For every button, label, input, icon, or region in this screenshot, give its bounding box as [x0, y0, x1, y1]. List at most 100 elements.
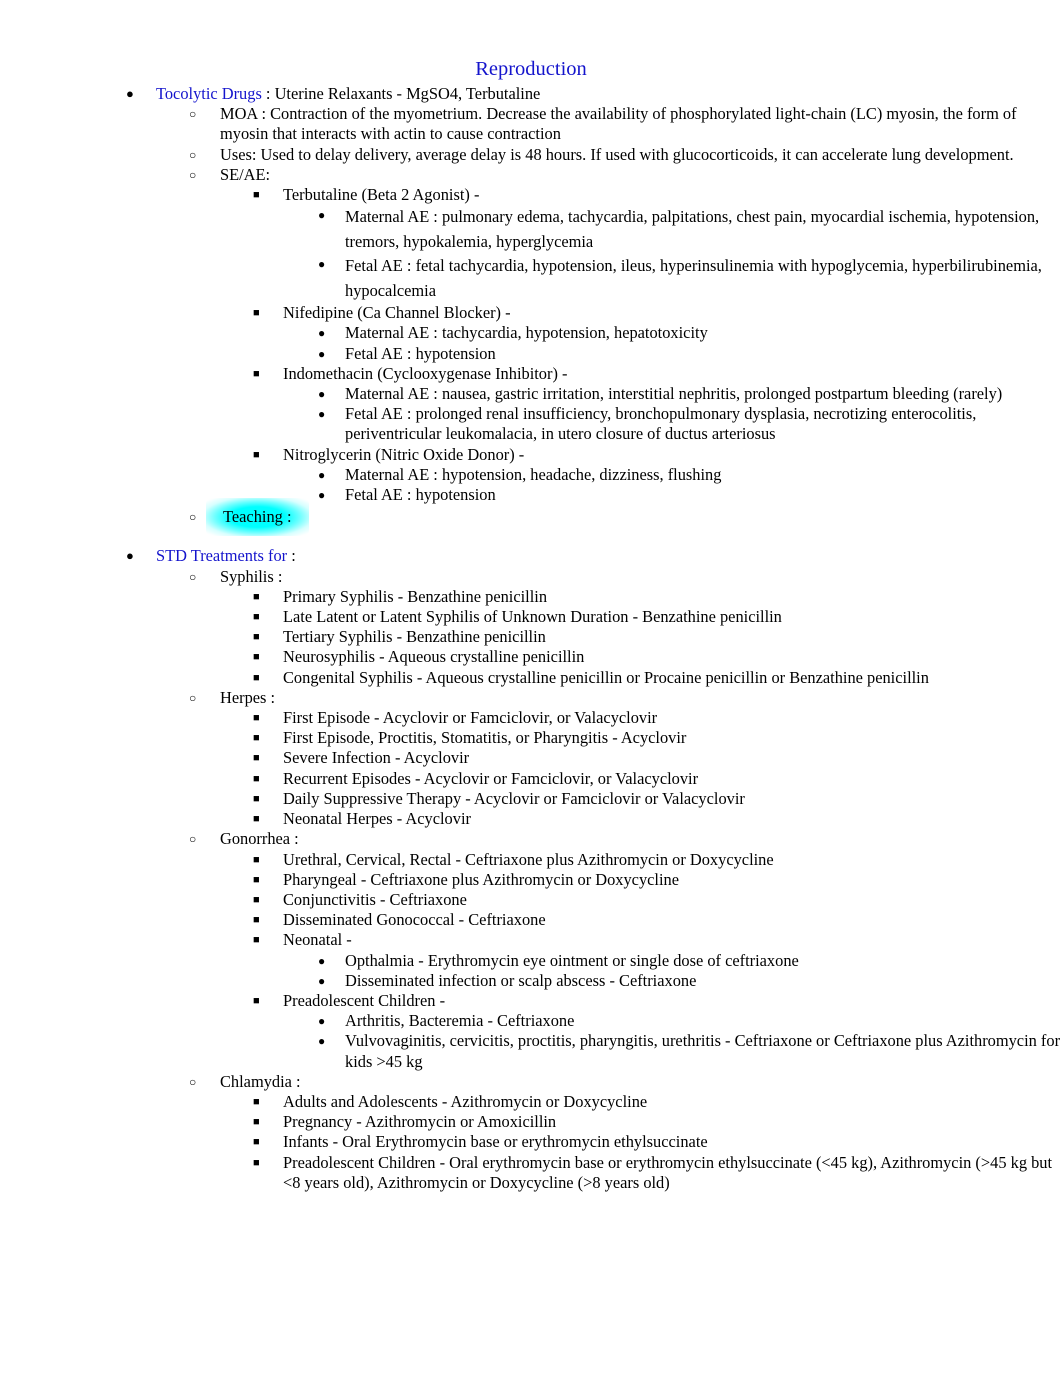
bullet-level4-icon: ●	[318, 326, 326, 341]
list-item-drug: ■ Nitroglycerin (Nitric Oxide Donor) -	[0, 445, 1062, 465]
neonatal-label: Neonatal -	[283, 930, 352, 950]
list-item-preadolescent: ■ Preadolescent Children -	[0, 991, 1062, 1011]
list-item-treatment: ■ Disseminated Gonococcal - Ceftriaxone	[0, 910, 1062, 930]
treatment-text: First Episode - Acyclovir or Famciclovir…	[283, 708, 658, 728]
treatment-text: Infants - Oral Erythromycin base or eryt…	[283, 1132, 708, 1152]
bullet-level4-icon: ●	[318, 387, 326, 402]
bullet-level4-icon: ●	[318, 488, 326, 503]
treatment-text: Preadolescent Children - Oral erythromyc…	[283, 1152, 1053, 1192]
tocolytic-heading: Tocolytic Drugs : Uterine Relaxants - Mg…	[156, 84, 1062, 104]
list-item-teaching: ○ Teaching :	[0, 498, 1062, 537]
treatment-text: Neurosyphilis - Aqueous crystalline peni…	[283, 647, 585, 667]
bullet-level3-icon: ■	[253, 1156, 260, 1169]
drug-name: Nitroglycerin (Nitric Oxide Donor) -	[283, 444, 525, 464]
list-item-se-ae: ○ SE/AE:	[0, 165, 1062, 185]
treatment-text: Pharyngeal - Ceftriaxone plus Azithromyc…	[283, 869, 679, 889]
bullet-level2-icon: ○	[189, 1074, 197, 1089]
fetal-ae-text: Fetal AE : fetal tachycardia, hypotensio…	[345, 256, 1042, 300]
list-item-treatment: ■ First Episode, Proctitis, Stomatitis, …	[0, 728, 1062, 748]
moa-text: MOA : Contraction of the myometrium. Dec…	[220, 104, 1017, 144]
bullet-level3-icon: ■	[253, 813, 260, 826]
tocolytic-heading-rest: : Uterine Relaxants - MgSO4, Terbutaline	[261, 84, 541, 103]
bullet-level3-icon: ■	[253, 994, 260, 1007]
list-item-treatment: ■ Congenital Syphilis - Aqueous crystall…	[0, 668, 1062, 688]
bullet-level2-icon: ○	[189, 147, 197, 162]
bullet-level3-icon: ■	[253, 893, 260, 906]
std-treatments-link[interactable]: STD Treatments for	[156, 546, 287, 565]
list-item-treatment: ■ Pharyngeal - Ceftriaxone plus Azithrom…	[0, 870, 1062, 890]
list-item-maternal-ae: ● Maternal AE : hypotension, headache, d…	[0, 465, 1062, 485]
list-item-drug: ■ Nifedipine (Ca Channel Blocker) -	[0, 303, 1062, 323]
list-item-treatment: ■ Pregnancy - Azithromycin or Amoxicilli…	[0, 1112, 1062, 1132]
list-item-treatment: ■ Urethral, Cervical, Rectal - Ceftriaxo…	[0, 850, 1062, 870]
chlamydia-label: Chlamydia :	[220, 1071, 301, 1091]
list-item-maternal-ae: ● Maternal AE : tachycardia, hypotension…	[0, 323, 1062, 343]
treatment-text: Recurrent Episodes - Acyclovir or Famcic…	[283, 768, 699, 788]
list-item-subtreatment: ● Disseminated infection or scalp absces…	[0, 971, 1062, 991]
list-item-maternal-ae: ● Maternal AE : nausea, gastric irritati…	[0, 384, 1062, 404]
list-item-subtreatment: ● Vulvovaginitis, cervicitis, proctitis,…	[0, 1031, 1062, 1071]
bullet-level3-icon: ■	[253, 448, 260, 461]
bullet-level2-icon: ○	[189, 510, 197, 525]
treatment-text: First Episode, Proctitis, Stomatitis, or…	[283, 728, 687, 748]
bullet-level4-icon: ●	[318, 208, 326, 223]
bullet-level3-icon: ■	[253, 732, 260, 745]
maternal-ae-text: Maternal AE : pulmonary edema, tachycard…	[345, 207, 1040, 251]
page-title: Reproduction	[475, 58, 587, 80]
uses-text: Uses: Used to delay delivery, average de…	[220, 144, 1014, 164]
bullet-level3-icon: ■	[253, 752, 260, 765]
bullet-level3-icon: ■	[253, 1116, 260, 1129]
bullet-level4-icon: ●	[318, 346, 326, 361]
subtreatment-text: Arthritis, Bacteremia - Ceftriaxone	[345, 1011, 575, 1031]
list-item-treatment: ■ First Episode - Acyclovir or Famciclov…	[0, 708, 1062, 728]
list-item-uses: ○ Uses: Used to delay delivery, average …	[0, 145, 1062, 165]
teaching-highlight: Teaching :	[206, 498, 308, 537]
fetal-ae-text: Fetal AE : hypotension	[345, 343, 496, 363]
list-item-std-treatments: ● STD Treatments for :	[0, 546, 1062, 566]
maternal-ae-text: Maternal AE : nausea, gastric irritation…	[345, 384, 1003, 404]
document-page: Reproduction ● Tocolytic Drugs : Uterine…	[0, 0, 1062, 1377]
maternal-ae-text: Maternal AE : hypotension, headache, diz…	[345, 464, 722, 484]
treatment-text: Adults and Adolescents - Azithromycin or…	[283, 1091, 648, 1111]
treatment-text: Pregnancy - Azithromycin or Amoxicillin	[283, 1112, 557, 1132]
drug-name: Nifedipine (Ca Channel Blocker) -	[283, 303, 511, 323]
bullet-level4-icon: ●	[318, 1014, 326, 1029]
list-item-subtreatment: ● Opthalmia - Erythromycin eye ointment …	[0, 951, 1062, 971]
bullet-level3-icon: ■	[253, 853, 260, 866]
treatment-text: Congenital Syphilis - Aqueous crystallin…	[283, 667, 929, 687]
bullet-level2-icon: ○	[189, 569, 197, 584]
treatment-text: Urethral, Cervical, Rectal - Ceftriaxone…	[283, 849, 774, 869]
bullet-level3-icon: ■	[253, 651, 260, 664]
list-item-treatment: ■ Severe Infection - Acyclovir	[0, 748, 1062, 768]
list-item-treatment: ■ Neurosyphilis - Aqueous crystalline pe…	[0, 647, 1062, 667]
fetal-ae-text: Fetal AE : prolonged renal insufficiency…	[345, 404, 977, 444]
bullet-level3-icon: ■	[253, 934, 260, 947]
list-item-chlamydia: ○ Chlamydia :	[0, 1072, 1062, 1092]
list-item-drug: ■ Terbutaline (Beta 2 Agonist) -	[0, 185, 1062, 205]
maternal-ae-text: Maternal AE : tachycardia, hypotension, …	[345, 323, 708, 343]
list-item-fetal-ae: ● Fetal AE : hypotension	[0, 344, 1062, 364]
list-item-treatment: ■ Tertiary Syphilis - Benzathine penicil…	[0, 627, 1062, 647]
bullet-level3-icon: ■	[253, 1136, 260, 1149]
bullet-level4-icon: ●	[318, 953, 326, 968]
list-item-syphilis: ○ Syphilis :	[0, 567, 1062, 587]
subtreatment-text: Opthalmia - Erythromycin eye ointment or…	[345, 950, 799, 970]
teaching-row: Teaching :	[206, 498, 1062, 537]
subtreatment-text: Vulvovaginitis, cervicitis, proctitis, p…	[345, 1031, 1061, 1071]
bullet-level3-icon: ■	[253, 307, 260, 320]
bullet-level3-icon: ■	[253, 772, 260, 785]
bullet-level3-icon: ■	[253, 914, 260, 927]
list-item-subtreatment: ● Arthritis, Bacteremia - Ceftriaxone	[0, 1011, 1062, 1031]
tocolytic-drugs-link[interactable]: Tocolytic Drugs	[156, 84, 262, 103]
list-item-gonorrhea: ○ Gonorrhea :	[0, 829, 1062, 849]
bullet-level3-icon: ■	[253, 873, 260, 886]
list-item-treatment: ■ Recurrent Episodes - Acyclovir or Famc…	[0, 769, 1062, 789]
list-item-tocolytic-drugs: ● Tocolytic Drugs : Uterine Relaxants - …	[0, 84, 1062, 104]
subtreatment-text: Disseminated infection or scalp abscess …	[345, 970, 697, 990]
bullet-level4-icon: ●	[318, 407, 326, 422]
bullet-level2-icon: ○	[189, 107, 197, 122]
list-item-treatment: ■ Late Latent or Latent Syphilis of Unkn…	[0, 607, 1062, 627]
bullet-level3-icon: ■	[253, 1095, 260, 1108]
bullet-level4-icon: ●	[318, 1034, 326, 1049]
